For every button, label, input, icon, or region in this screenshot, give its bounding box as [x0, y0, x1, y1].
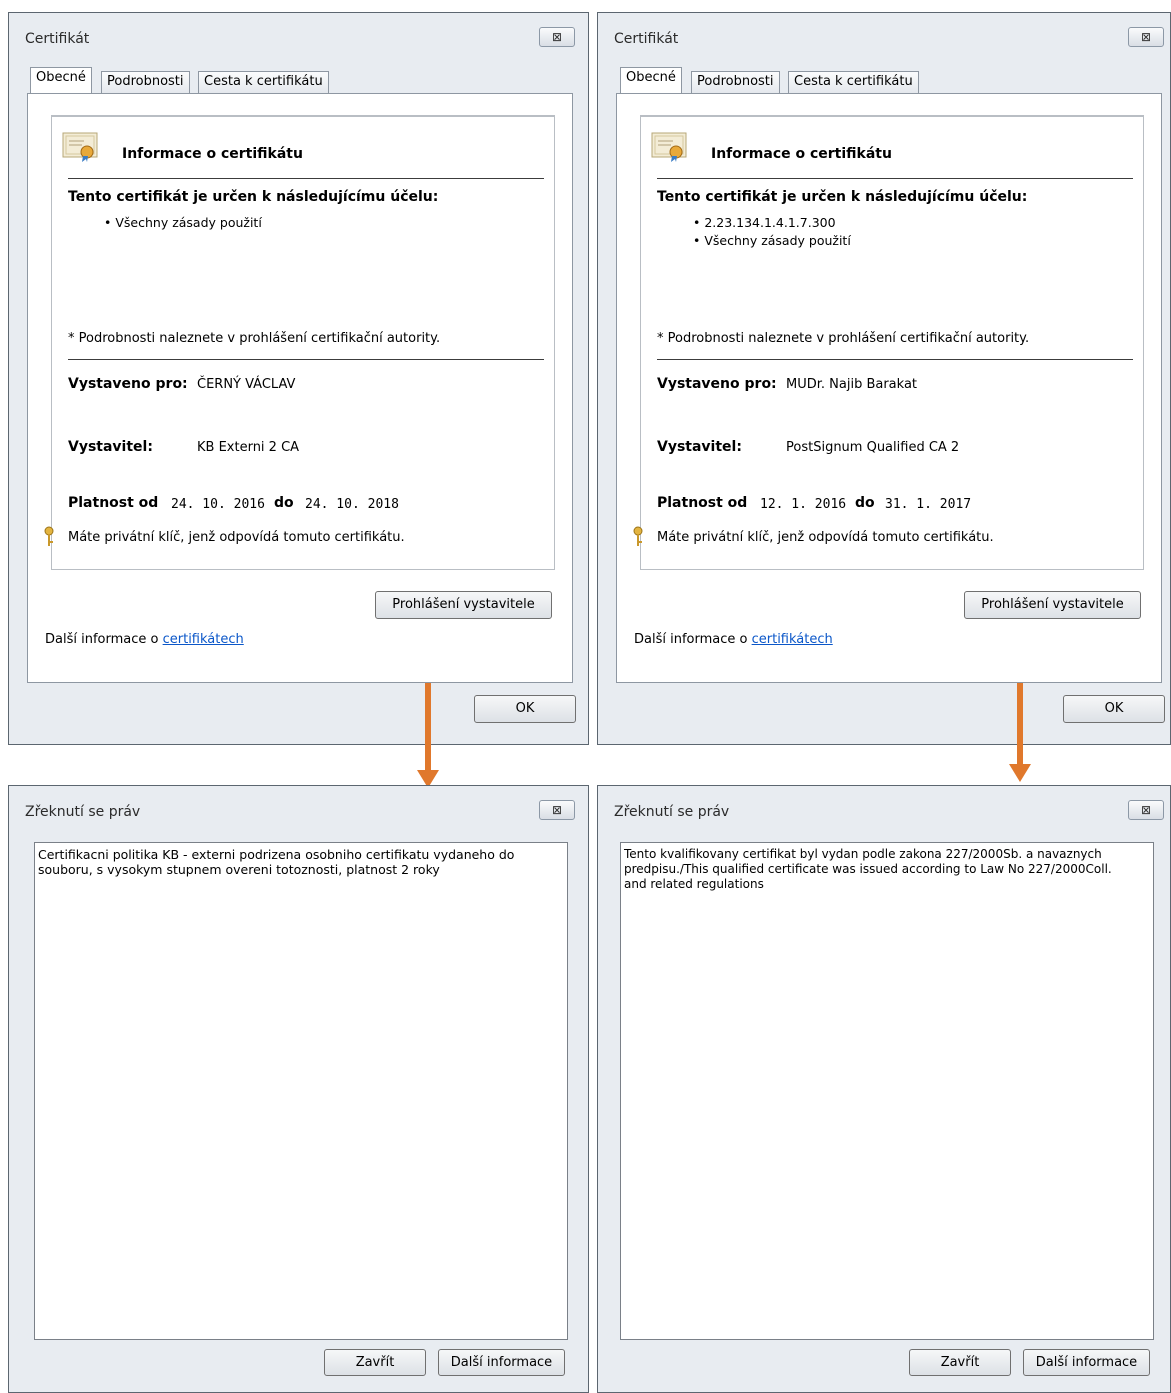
more-info-prefix: Další informace o [634, 632, 752, 647]
disclaimer-dialog-left: Zřeknutí se práv ⊠ Certifikacni politika… [8, 785, 589, 1393]
issuer-value: PostSignum Qualified CA 2 [786, 440, 960, 455]
disclaimer-dialog-right: Zřeknutí se práv ⊠ Tento kvalifikovany c… [597, 785, 1171, 1393]
window-title: Zřeknutí se práv [614, 804, 730, 820]
tab-certification-path[interactable]: Cesta k certifikátu [788, 71, 919, 93]
purpose-item: • Všechny zásady použití [104, 215, 262, 230]
tab-general[interactable]: Obecné [30, 67, 92, 93]
close-button[interactable]: Zavřít [909, 1349, 1011, 1376]
issuer-value: KB Externi 2 CA [197, 440, 300, 455]
more-info-text: Další informace o certifikátech [45, 632, 244, 647]
certificate-dialog-right: Certifikát ⊠ Obecné Podrobnosti Cesta k … [597, 12, 1171, 745]
close-icon[interactable]: ⊠ [1128, 27, 1164, 47]
info-heading: Informace o certifikátu [122, 146, 303, 162]
purpose-heading: Tento certifikát je určen k následujícím… [68, 189, 439, 205]
tab-panel-general: Informace o certifikátu Tento certifikát… [616, 93, 1162, 683]
certificate-icon [62, 132, 98, 162]
valid-to-value: 31. 1. 2017 [885, 497, 972, 512]
tab-details[interactable]: Podrobnosti [101, 71, 190, 93]
close-button[interactable]: Zavřít [324, 1349, 426, 1376]
purpose-item: • Všechny zásady použití [693, 233, 851, 248]
window-title: Zřeknutí se práv [25, 804, 141, 820]
issued-to-label: Vystaveno pro: [68, 376, 188, 392]
key-icon [633, 526, 643, 546]
tab-general[interactable]: Obecné [620, 67, 682, 93]
issuer-label: Vystavitel: [68, 439, 153, 455]
info-heading: Informace o certifikátu [711, 146, 892, 162]
divider [68, 178, 544, 179]
certificates-link[interactable]: certifikátech [163, 632, 244, 647]
valid-to-label: do [855, 495, 875, 511]
more-info-text: Další informace o certifikátech [634, 632, 833, 647]
issued-to-value: ČERNÝ VÁCLAV [197, 377, 296, 392]
certificates-link[interactable]: certifikátech [752, 632, 833, 647]
valid-to-value: 24. 10. 2018 [305, 497, 399, 512]
divider [657, 359, 1133, 360]
authority-note: * Podrobnosti naleznete v prohlášení cer… [657, 331, 1030, 346]
certificate-icon [651, 132, 687, 162]
purpose-item: • 2.23.134.1.4.1.7.300 [693, 215, 836, 230]
disclaimer-textbox[interactable]: Certifikacni politika KB - externi podri… [34, 842, 568, 1340]
close-icon[interactable]: ⊠ [539, 27, 575, 47]
divider [68, 359, 544, 360]
valid-from-value: 12. 1. 2016 [760, 497, 847, 512]
window-title: Certifikát [614, 31, 679, 47]
valid-from-label: Platnost od [68, 495, 159, 511]
purpose-heading: Tento certifikát je určen k následujícím… [657, 189, 1028, 205]
tab-certification-path[interactable]: Cesta k certifikátu [198, 71, 329, 93]
certificate-dialog-left: Certifikát ⊠ Obecné Podrobnosti Cesta k … [8, 12, 589, 745]
valid-from-value: 24. 10. 2016 [171, 497, 265, 512]
close-icon[interactable]: ⊠ [1128, 800, 1164, 820]
ok-button[interactable]: OK [474, 695, 576, 723]
key-icon [44, 526, 54, 546]
issuer-statement-button[interactable]: Prohlášení vystavitele [375, 591, 552, 619]
valid-from-label: Platnost od [657, 495, 748, 511]
more-info-button[interactable]: Další informace [1023, 1349, 1150, 1376]
close-icon[interactable]: ⊠ [539, 800, 575, 820]
issued-to-value: MUDr. Najib Barakat [786, 377, 918, 392]
issued-to-label: Vystaveno pro: [657, 376, 777, 392]
more-info-button[interactable]: Další informace [438, 1349, 565, 1376]
divider [657, 178, 1133, 179]
ok-button[interactable]: OK [1063, 695, 1165, 723]
tab-panel-general: Informace o certifikátu Tento certifikát… [27, 93, 573, 683]
authority-note: * Podrobnosti naleznete v prohlášení cer… [68, 331, 441, 346]
private-key-note: Máte privátní klíč, jenž odpovídá tomuto… [68, 530, 405, 545]
issuer-statement-button[interactable]: Prohlášení vystavitele [964, 591, 1141, 619]
window-title: Certifikát [25, 31, 90, 47]
issuer-label: Vystavitel: [657, 439, 742, 455]
valid-to-label: do [274, 495, 294, 511]
disclaimer-textbox[interactable]: Tento kvalifikovany certifikat byl vydan… [620, 842, 1154, 1340]
more-info-prefix: Další informace o [45, 632, 163, 647]
tab-details[interactable]: Podrobnosti [691, 71, 780, 93]
private-key-note: Máte privátní klíč, jenž odpovídá tomuto… [657, 530, 994, 545]
